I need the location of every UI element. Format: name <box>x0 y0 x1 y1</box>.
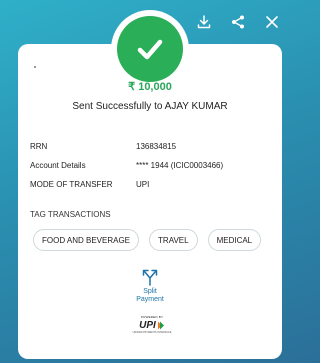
upi-logo: POWERED BY UPI UNIFIED PAYMENTS INTERFAC… <box>131 315 173 334</box>
detail-row-account: Account Details **** 1944 (ICIC0003466) <box>30 156 223 175</box>
tag-travel[interactable]: TRAVEL <box>149 229 198 251</box>
upi-logo-row: UPI <box>131 320 173 331</box>
detail-value: 136834815 <box>136 142 177 151</box>
tag-list: FOOD AND BEVERAGE TRAVEL MEDICAL <box>33 229 262 251</box>
upi-powered-by: POWERED BY <box>140 315 164 319</box>
close-icon <box>266 16 278 28</box>
check-icon <box>137 39 163 60</box>
upi-tagline: UNIFIED PAYMENTS INTERFACE <box>132 331 172 334</box>
share-button[interactable] <box>228 12 248 32</box>
split-label-line2: Payment <box>136 296 164 303</box>
upi-logo-text: UPI <box>139 320 156 331</box>
status-badge <box>111 10 189 88</box>
success-circle <box>117 16 183 82</box>
split-payment-button[interactable]: Split Payment <box>125 268 175 304</box>
detail-row-rrn: RRN 136834815 <box>30 137 223 156</box>
decorative-dot <box>34 66 36 68</box>
detail-label: Account Details <box>30 161 86 170</box>
detail-value: **** 1944 (ICIC0003466) <box>136 161 224 170</box>
download-button[interactable] <box>194 12 214 32</box>
split-icon <box>142 269 158 286</box>
share-icon <box>232 15 244 29</box>
close-button[interactable] <box>262 12 282 32</box>
download-icon <box>197 15 211 29</box>
upi-arrow-icon <box>157 321 164 330</box>
detail-label: MODE OF TRANSFER <box>30 180 113 189</box>
amount-value: ₹ 10,000 <box>128 81 172 93</box>
transaction-details: RRN 136834815 Account Details **** 1944 … <box>30 137 223 194</box>
success-message: Sent Successfully to AJAY KUMAR <box>72 101 228 112</box>
detail-row-mode: MODE OF TRANSFER UPI <box>30 175 223 194</box>
tag-section-title: TAG TRANSACTIONS <box>30 210 111 219</box>
split-label-line1: Split <box>143 288 157 295</box>
tag-food-and-beverage[interactable]: FOOD AND BEVERAGE <box>33 229 140 251</box>
toolbar <box>194 12 282 32</box>
tag-medical[interactable]: MEDICAL <box>207 229 262 251</box>
split-label: Split Payment <box>136 288 164 304</box>
detail-label: RRN <box>30 142 48 151</box>
detail-value: UPI <box>136 180 150 189</box>
